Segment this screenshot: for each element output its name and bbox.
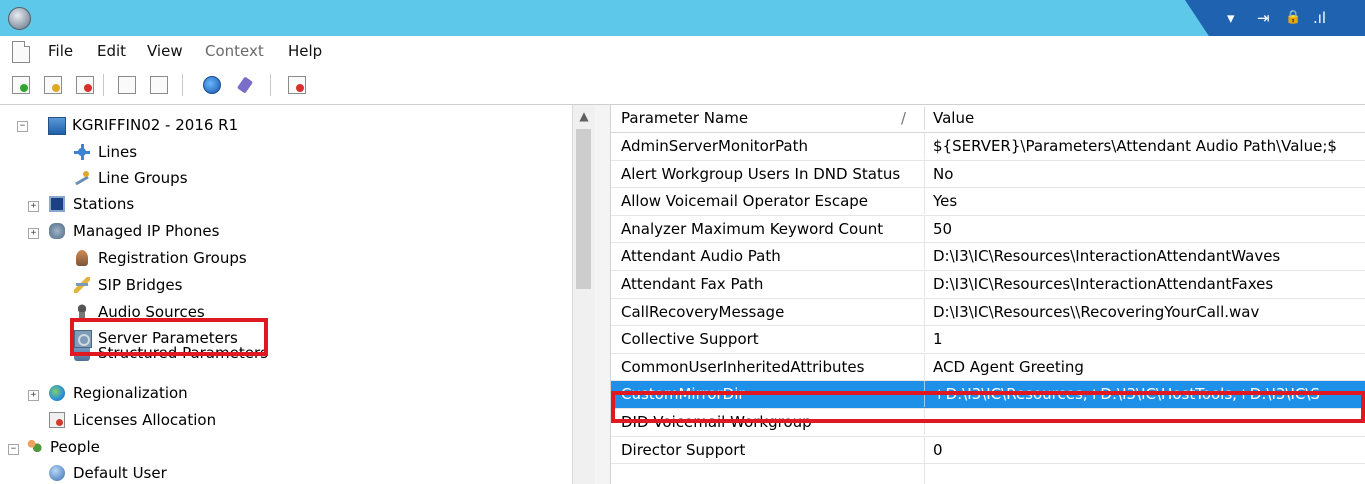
highlight-custom-mirror-dir bbox=[611, 391, 1365, 423]
table-row[interactable]: Allow Voicemail Operator Escape Yes bbox=[611, 188, 1365, 216]
pin-icon[interactable]: ⇥ bbox=[1257, 9, 1270, 27]
people-icon bbox=[26, 439, 42, 455]
parameter-name: Alert Workgroup Users In DND Status bbox=[621, 164, 901, 183]
navigation-tree[interactable]: − KGRIFFIN02 - 2016 R1 Lines Line Groups… bbox=[0, 105, 572, 484]
expand-icon[interactable]: + bbox=[28, 390, 39, 401]
parameter-value: D:\I3\IC\Resources\InteractionAttendantF… bbox=[933, 274, 1274, 293]
menu-context[interactable]: Context bbox=[205, 42, 264, 60]
tree-scrollbar[interactable]: ▲ bbox=[572, 105, 595, 484]
column-header-value[interactable]: Value bbox=[933, 105, 974, 132]
expand-icon[interactable]: + bbox=[28, 228, 39, 239]
dropdown-icon[interactable]: ▾ bbox=[1227, 9, 1235, 27]
pin-icon[interactable] bbox=[236, 76, 254, 94]
parameter-value: 50 bbox=[933, 219, 953, 238]
parameter-name: CommonUserInheritedAttributes bbox=[621, 357, 865, 376]
globe-icon bbox=[49, 385, 65, 401]
table-row[interactable]: Director Support 0 bbox=[611, 436, 1365, 465]
menu-file[interactable]: File bbox=[48, 42, 73, 60]
highlight-server-parameters bbox=[70, 318, 268, 356]
menu-edit[interactable]: Edit bbox=[97, 42, 126, 60]
paste-icon[interactable] bbox=[150, 76, 168, 94]
scroll-up-icon[interactable]: ▲ bbox=[573, 105, 595, 127]
parameter-value: D:\I3\IC\Resources\InteractionAttendantW… bbox=[933, 247, 1281, 266]
grid-body: AdminServerMonitorPath ${SERVER}\Paramete… bbox=[611, 133, 1365, 484]
menu-help[interactable]: Help bbox=[288, 42, 322, 60]
parameter-name: CallRecoveryMessage bbox=[621, 302, 785, 321]
delete-icon[interactable] bbox=[76, 76, 94, 94]
scrollbar-thumb[interactable] bbox=[576, 129, 591, 289]
collapse-icon[interactable]: − bbox=[17, 121, 28, 132]
grid-header: Parameter Name / Value bbox=[611, 105, 1365, 133]
table-row[interactable]: AdminServerMonitorPath ${SERVER}\Paramete… bbox=[611, 133, 1365, 161]
table-row[interactable]: CallRecoveryMessage D:\I3\IC\Resources\\R… bbox=[611, 298, 1365, 327]
column-header-parameter-name[interactable]: Parameter Name bbox=[621, 105, 748, 132]
table-row[interactable]: Attendant Fax Path D:\I3\IC\Resources\Int… bbox=[611, 270, 1365, 299]
lock-icon[interactable]: 🔒 bbox=[1285, 10, 1301, 25]
app-icon[interactable] bbox=[8, 7, 31, 30]
table-row[interactable]: Collective Support 1 bbox=[611, 326, 1365, 354]
column-separator[interactable] bbox=[924, 107, 925, 130]
copy-icon[interactable] bbox=[118, 76, 136, 94]
collapse-icon[interactable]: − bbox=[8, 444, 19, 455]
parameter-name: Director Support bbox=[621, 440, 746, 459]
registration-icon bbox=[76, 250, 88, 266]
edit-icon[interactable] bbox=[44, 76, 62, 94]
table-row[interactable]: Attendant Audio Path D:\I3\IC\Resources\I… bbox=[611, 243, 1365, 271]
parameter-name: AdminServerMonitorPath bbox=[621, 137, 808, 155]
globe-icon[interactable] bbox=[203, 76, 221, 94]
sort-indicator: / bbox=[901, 109, 907, 127]
parameter-value: 0 bbox=[933, 440, 943, 459]
server-icon bbox=[48, 117, 66, 135]
table-row[interactable] bbox=[611, 464, 1365, 484]
pane-splitter[interactable] bbox=[595, 105, 611, 484]
line-groups-icon bbox=[74, 170, 90, 186]
parameter-name: Allow Voicemail Operator Escape bbox=[621, 192, 869, 211]
table-row[interactable]: CommonUserInheritedAttributes ACD Agent G… bbox=[611, 353, 1365, 382]
parameter-name: Attendant Audio Path bbox=[621, 247, 781, 266]
table-row[interactable]: Analyzer Maximum Keyword Count 50 bbox=[611, 215, 1365, 244]
parameter-value bbox=[933, 464, 1365, 484]
parameter-value: ACD Agent Greeting bbox=[933, 357, 1084, 376]
parameter-value: No bbox=[933, 164, 954, 183]
toolbar-separator bbox=[270, 74, 271, 96]
lines-icon bbox=[74, 144, 90, 160]
parameter-name: Collective Support bbox=[621, 330, 759, 349]
expand-icon[interactable]: + bbox=[28, 201, 39, 212]
toolbar bbox=[0, 66, 1365, 105]
license-icon bbox=[49, 412, 65, 428]
status-tab[interactable]: ▾ ⇥ 🔒 .ıl bbox=[1185, 0, 1365, 38]
add-icon[interactable] bbox=[12, 76, 30, 94]
parameter-value: D:\I3\IC\Resources\\RecoveringYourCall.w… bbox=[933, 302, 1260, 321]
document-icon bbox=[12, 41, 30, 63]
parameter-name bbox=[621, 464, 919, 484]
signal-icon: .ıl bbox=[1313, 9, 1327, 27]
toolbar-separator bbox=[103, 74, 104, 96]
table-row[interactable]: Alert Workgroup Users In DND Status No bbox=[611, 160, 1365, 189]
parameter-name: Analyzer Maximum Keyword Count bbox=[621, 219, 884, 238]
parameter-grid[interactable]: Parameter Name / Value AdminServerMonito… bbox=[611, 105, 1365, 484]
ip-phone-icon bbox=[49, 223, 65, 239]
menu-bar: File Edit View Context Help bbox=[0, 36, 1365, 66]
parameter-value: 1 bbox=[933, 330, 943, 349]
user-icon bbox=[49, 465, 65, 481]
parameter-value: Yes bbox=[933, 192, 958, 211]
parameter-value: ${SERVER}\Parameters\Attendant Audio Pat… bbox=[933, 137, 1337, 155]
menu-view[interactable]: View bbox=[147, 42, 183, 60]
stations-icon bbox=[49, 196, 65, 212]
sip-bridge-icon bbox=[74, 277, 90, 293]
toolbar-separator bbox=[182, 74, 183, 96]
title-bar: ▾ ⇥ 🔒 .ıl bbox=[0, 0, 1365, 38]
parameter-name: Attendant Fax Path bbox=[621, 274, 764, 293]
properties-icon[interactable] bbox=[288, 76, 306, 94]
